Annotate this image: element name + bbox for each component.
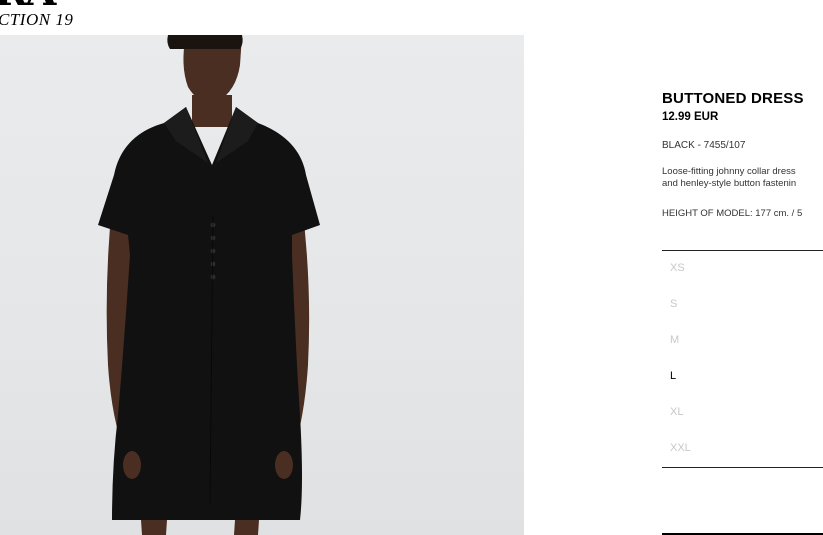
model-right-hand bbox=[275, 451, 293, 479]
model-left-hand bbox=[123, 451, 141, 479]
product-page: RA CTION 19 bbox=[0, 0, 823, 535]
product-image[interactable] bbox=[0, 35, 524, 535]
product-info-panel: BUTTONED DRESS 12.99 EUR BLACK - 7455/10… bbox=[662, 0, 823, 535]
product-title: BUTTONED DRESS bbox=[662, 90, 804, 107]
model-photo bbox=[98, 35, 320, 535]
size-option-xl[interactable]: XL bbox=[670, 406, 683, 418]
size-option-s[interactable]: S bbox=[670, 298, 677, 310]
description-line-1: Loose-fitting johnny collar dress bbox=[662, 166, 796, 177]
color-reference: BLACK - 7455/107 bbox=[662, 140, 746, 151]
model-height: HEIGHT OF MODEL: 177 cm. / 5 bbox=[662, 208, 803, 219]
size-option-xs[interactable]: XS bbox=[670, 262, 685, 274]
product-price: 12.99 EUR bbox=[662, 111, 719, 123]
size-option-xxl[interactable]: XXL bbox=[670, 442, 691, 454]
description-line-2: and henley-style button fastenin bbox=[662, 178, 797, 189]
product-description: Loose-fitting johnny collar dress and he… bbox=[662, 166, 796, 190]
model-hair bbox=[167, 35, 243, 49]
size-option-l[interactable]: L bbox=[670, 370, 676, 382]
model-neck bbox=[192, 95, 232, 127]
collection-label: CTION 19 bbox=[0, 10, 74, 29]
size-selector: XS S M L XL XXL bbox=[662, 250, 823, 468]
size-option-m[interactable]: M bbox=[670, 334, 679, 346]
